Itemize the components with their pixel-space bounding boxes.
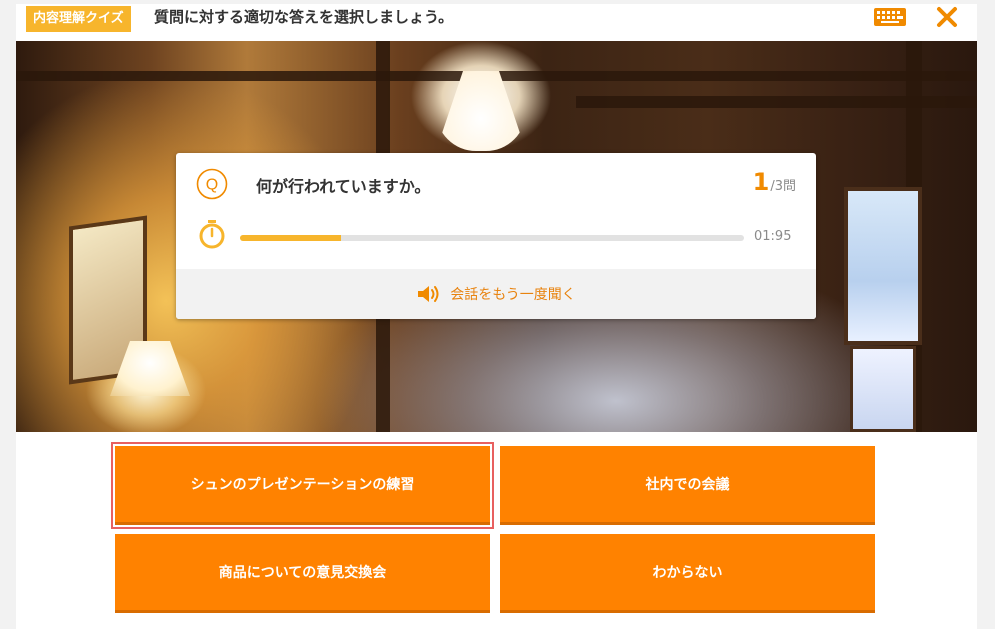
answer-option[interactable]: 社内での会議 <box>500 446 875 525</box>
window <box>844 187 922 345</box>
current-question-number: 1 <box>752 168 770 196</box>
stopwatch-icon <box>198 219 226 249</box>
question-mark-icon: Q <box>196 168 228 200</box>
pendant-lamp <box>436 71 526 151</box>
answer-options: シュンのプレゼンテーションの練習 社内での会議 商品についての意見交換会 わから… <box>16 432 977 629</box>
answer-label: わからない <box>652 565 723 581</box>
time-remaining: 01:95 <box>754 229 792 244</box>
quiz-type-tag: 内容理解クイズ <box>26 6 131 32</box>
answer-option[interactable]: 商品についての意見交換会 <box>115 534 490 613</box>
scene-image: Q 何が行われていますか。 1 /3問 01:95 会話をもう一度聞く <box>16 41 977 432</box>
window <box>850 346 916 432</box>
time-progress-fill <box>240 235 341 241</box>
answer-label: 商品についての意見交換会 <box>218 565 387 581</box>
question-text: 何が行われていますか。 <box>256 177 431 196</box>
speaker-icon <box>418 286 439 302</box>
quiz-panel: 内容理解クイズ 質問に対する適切な答えを選択しましょう。 Q 何が行われています… <box>16 4 977 629</box>
replay-label: 会話をもう一度聞く <box>450 287 576 303</box>
keyboard-icon[interactable] <box>873 7 907 27</box>
quiz-instruction: 質問に対する適切な答えを選択しましょう。 <box>154 8 454 26</box>
question-card: Q 何が行われていますか。 1 /3問 01:95 会話をもう一度聞く <box>176 153 816 319</box>
answer-label: シュンのプレゼンテーションの練習 <box>190 477 415 493</box>
time-progress-bar <box>240 235 744 241</box>
svg-text:Q: Q <box>206 177 218 194</box>
answer-option[interactable]: シュンのプレゼンテーションの練習 <box>115 446 490 525</box>
answer-label: 社内での会議 <box>645 477 730 493</box>
answer-option[interactable]: わからない <box>500 534 875 613</box>
close-icon[interactable] <box>934 4 960 30</box>
question-counter: 1 /3問 <box>753 168 796 196</box>
quiz-header: 内容理解クイズ 質問に対する適切な答えを選択しましょう。 <box>16 4 977 41</box>
replay-conversation-button[interactable]: 会話をもう一度聞く <box>176 269 816 319</box>
total-questions: /3問 <box>770 179 796 194</box>
